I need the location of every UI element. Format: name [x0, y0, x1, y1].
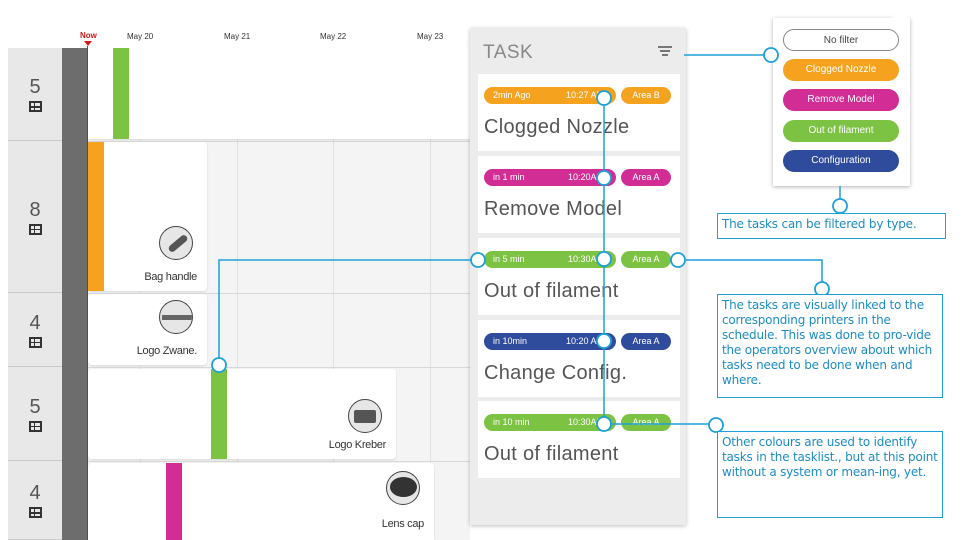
job-status-bar — [211, 369, 227, 459]
task-card[interactable]: in 10min 10:20 AM Area A Change Config. — [478, 320, 680, 397]
print-job[interactable]: Lens cap — [88, 463, 434, 540]
job-status-bar — [113, 48, 129, 139]
annotation-colour-note: Other colours are used to identify tasks… — [717, 431, 943, 518]
task-relative-time: in 10 min — [493, 417, 530, 427]
connector-dot — [832, 198, 848, 214]
printer-count: 5 — [29, 395, 41, 418]
task-name: Remove Model — [484, 198, 623, 220]
job-name: Logo Kreber — [328, 439, 387, 451]
printer-icon — [28, 420, 42, 432]
annotation-link-note: The tasks are visually linked to the cor… — [717, 294, 943, 398]
connector-line — [686, 259, 823, 288]
task-time-pill: in 1 min 10:20AM — [484, 169, 616, 186]
printer-count: 4 — [29, 311, 41, 334]
printer-icon — [28, 336, 42, 348]
connector-dot — [708, 417, 724, 433]
logo-thumbnail-icon — [159, 300, 193, 334]
task-area-badge: Area B — [621, 87, 671, 104]
printer-row-label[interactable]: 4 — [8, 461, 62, 540]
now-line — [87, 46, 88, 540]
task-name: Clogged Nozzle — [484, 116, 630, 138]
task-time: 10:30AM — [567, 417, 604, 427]
task-card[interactable]: in 5 min 10:30AM Area A Out of filament — [478, 238, 680, 315]
logo-thumbnail-icon — [348, 399, 382, 433]
grid-line — [87, 367, 470, 368]
print-job[interactable]: Logo Zwane. — [88, 294, 207, 365]
date-label: May 23 — [417, 32, 444, 41]
task-time-pill: in 10min 10:20 AM — [484, 333, 616, 350]
task-area-badge: Area A — [621, 169, 671, 186]
task-relative-time: in 5 min — [493, 254, 525, 264]
print-job[interactable]: Bag handle — [88, 142, 207, 291]
task-name: Out of filament — [484, 280, 619, 302]
task-panel: TASK 2min Ago 10:27 AM Area B Clogged No… — [470, 28, 686, 525]
print-job[interactable]: Logo Kreber — [88, 369, 396, 459]
date-label: May 21 — [224, 32, 251, 41]
task-time-pill: 2min Ago 10:27 AM — [484, 87, 616, 104]
task-time-pill: in 5 min 10:30AM — [484, 251, 616, 268]
printer-row-label[interactable]: 4 — [8, 293, 62, 367]
now-label: Now — [80, 31, 97, 40]
printer-row-label[interactable]: 8 — [8, 141, 62, 293]
filter-option-configuration[interactable]: Configuration — [783, 150, 899, 172]
annotation-filter-note: The tasks can be filtered by type. — [717, 213, 946, 239]
task-relative-time: in 10min — [493, 336, 528, 346]
task-relative-time: 2min Ago — [493, 90, 531, 100]
grid-line — [87, 461, 470, 462]
printer-count: 5 — [29, 76, 41, 98]
job-name: Bag handle — [144, 271, 197, 283]
printer-icon — [28, 507, 42, 518]
now-marker-icon — [84, 41, 92, 46]
task-time-pill: in 10 min 10:30AM — [484, 414, 616, 431]
task-area-badge: Area A — [621, 414, 671, 431]
job-status-bar — [88, 142, 104, 291]
bag-handle-thumbnail-icon — [159, 226, 193, 260]
printer-icon — [28, 223, 42, 235]
task-area-badge: Area A — [621, 251, 671, 268]
task-panel-title: TASK — [483, 42, 534, 63]
task-time: 10:27 AM — [565, 90, 604, 100]
filter-icon[interactable] — [658, 46, 672, 58]
printer-count: 4 — [29, 482, 41, 504]
task-card[interactable]: in 1 min 10:20AM Area A Remove Model — [478, 156, 680, 233]
lens-cap-thumbnail-icon — [386, 471, 420, 505]
task-time: 10:20 AM — [565, 336, 604, 346]
filter-option-no-filter[interactable]: No filter — [783, 29, 899, 51]
date-label: May 20 — [127, 32, 154, 41]
printer-status-column — [62, 48, 87, 540]
printer-icon — [28, 101, 42, 112]
print-job[interactable] — [88, 48, 470, 139]
job-name: Logo Zwane. — [136, 345, 198, 357]
filter-option-out-of-filament[interactable]: Out of filament — [783, 120, 899, 142]
printer-row-label[interactable]: 5 — [8, 48, 62, 141]
task-name: Change Config. — [484, 362, 628, 384]
job-status-bar — [166, 463, 182, 540]
task-area-badge: Area A — [621, 333, 671, 350]
task-time: 10:30AM — [567, 254, 604, 264]
task-card[interactable]: 2min Ago 10:27 AM Area B Clogged Nozzle — [478, 74, 680, 151]
date-label: May 22 — [320, 32, 347, 41]
printer-count: 8 — [29, 198, 41, 221]
task-name: Out of filament — [484, 443, 619, 465]
task-time: 10:20AM — [567, 172, 604, 182]
filter-popup: No filter Clogged Nozzle Remove Model Ou… — [773, 9, 910, 186]
screen: Now May 20 May 21 May 22 May 23 5 8 4 5 … — [0, 0, 962, 540]
filter-option-clogged-nozzle[interactable]: Clogged Nozzle — [783, 59, 899, 81]
filter-option-remove-model[interactable]: Remove Model — [783, 89, 899, 111]
job-name: Lens cap — [381, 518, 425, 530]
task-card[interactable]: in 10 min 10:30AM Area A Out of filament — [478, 401, 680, 478]
task-relative-time: in 1 min — [493, 172, 525, 182]
printer-row-label[interactable]: 5 — [8, 367, 62, 461]
